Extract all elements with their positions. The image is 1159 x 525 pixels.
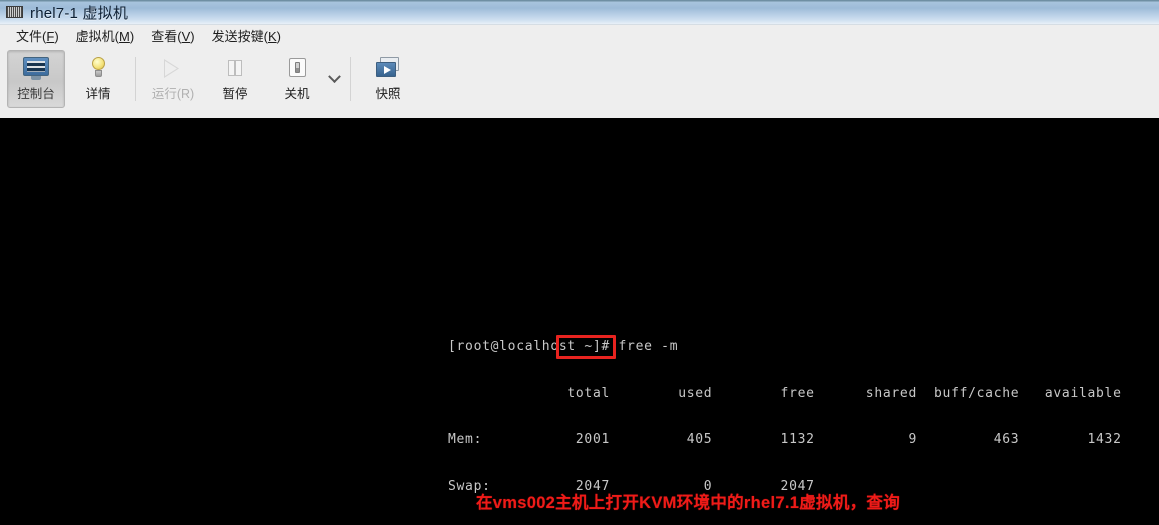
menu-item-file-label: 文件 [16,28,43,44]
toolbar-button-run: 运行(R) [144,50,202,108]
toolbar: 控制台 详情 运行(R) 暂停 关机 快照 [0,48,1159,118]
toolbar-button-run-label: 运行(R) [151,87,195,101]
menu-item-send-key-accel: K [267,28,277,44]
window-chrome: 文件(F) 虚拟机(M) 查看(V) 发送按键(K) 控制台 详情 运行(R) … [0,25,1159,118]
toolbar-button-console-label: 控制台 [17,87,55,101]
window-titlebar: rhel7-1 虚拟机 [0,0,1159,25]
play-icon [158,56,188,84]
chevron-down-icon[interactable] [326,50,342,108]
annotation-line: 在vms002主机上打开KVM环境中的rhel7.1虚拟机，查询 [476,494,901,512]
snapshot-icon [373,56,403,84]
window-title: rhel7-1 虚拟机 [30,4,129,22]
menu-item-file-accel: F [46,28,55,44]
terminal-line: [root@localhost ~]# free -m [448,339,679,354]
toolbar-button-shutdown[interactable]: 关机 [268,50,326,108]
vm-console[interactable]: [root@localhost ~]# free -m total used f… [0,118,1159,525]
toolbar-button-pause-label: 暂停 [222,87,248,101]
toolbar-button-snapshot-label: 快照 [375,87,401,101]
toolbar-button-snapshot[interactable]: 快照 [359,50,417,108]
highlight-box-total-memory [556,335,616,359]
lightbulb-icon [83,56,113,84]
toolbar-separator-2 [350,57,351,101]
annotation-text: 在vms002主机上打开KVM环境中的rhel7.1虚拟机，查询 到rhel7.… [476,421,900,525]
virt-manager-window: rhel7-1 虚拟机 文件(F) 虚拟机(M) 查看(V) 发送按键(K) 控… [0,0,1159,525]
menu-item-virtual-machine-accel: M [119,28,130,44]
power-icon [282,56,312,84]
terminal-line: total used free shared buff/cache availa… [448,385,1122,401]
toolbar-button-details-label: 详情 [85,87,111,101]
menu-item-view[interactable]: 查看(V) [143,27,203,47]
menu-item-view-accel: V [181,28,191,44]
pause-icon [220,56,250,84]
menu-item-send-key-label: 发送按键 [211,28,264,44]
monitor-icon [21,56,51,84]
toolbar-button-pause[interactable]: 暂停 [206,50,264,108]
menu-item-send-key[interactable]: 发送按键(K) [204,27,290,47]
virt-manager-icon [6,5,23,20]
toolbar-separator-1 [135,57,136,101]
toolbar-button-details[interactable]: 详情 [69,50,127,108]
toolbar-button-shutdown-label: 关机 [284,87,310,101]
menu-item-file[interactable]: 文件(F) [8,27,68,47]
toolbar-button-console[interactable]: 控制台 [7,50,65,108]
menu-bar: 文件(F) 虚拟机(M) 查看(V) 发送按键(K) [0,25,1159,48]
menu-item-virtual-machine[interactable]: 虚拟机(M) [68,27,144,47]
menu-item-view-label: 查看 [151,28,178,44]
menu-item-virtual-machine-label: 虚拟机 [75,28,115,44]
